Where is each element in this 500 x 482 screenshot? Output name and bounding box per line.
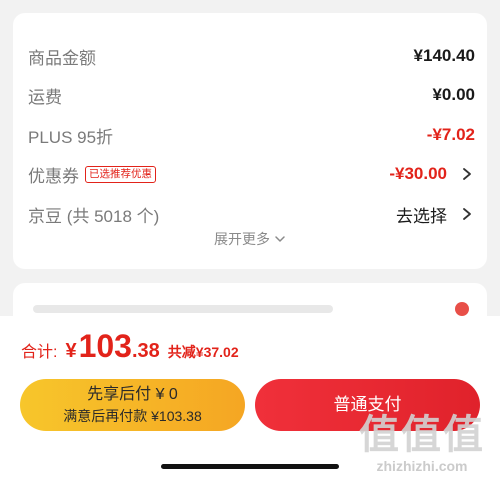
total-saved: 共减¥37.02	[167, 344, 239, 360]
total-amount-integer: 103	[78, 328, 132, 364]
red-dot-icon	[455, 302, 469, 316]
chevron-right-icon[interactable]	[459, 166, 475, 182]
currency-symbol: ¥	[65, 340, 77, 362]
coupon-value: -¥30.00	[389, 164, 447, 183]
order-summary-screen: 商品金额 ¥140.40 运费 ¥0.00 PLUS 95折 -¥7.02 优惠…	[0, 0, 500, 482]
coupon-label: 优惠券	[28, 166, 79, 186]
goods-amount-value: ¥140.40	[413, 46, 475, 65]
watermark-text: zhizhizhi.com	[376, 458, 468, 474]
home-indicator[interactable]	[161, 464, 339, 469]
recommended-coupon-badge: 已选推荐优惠	[85, 165, 156, 183]
summary-row-jd-beans[interactable]: 京豆 (共 5018 个) 去选择	[28, 199, 475, 229]
chevron-right-icon[interactable]	[459, 206, 475, 222]
summary-row-coupon[interactable]: 优惠券 已选推荐优惠 -¥30.00	[28, 159, 475, 189]
obscured-text-placeholder	[33, 305, 333, 313]
expand-more-label: 展开更多	[214, 231, 270, 247]
pay-later-button[interactable]: 先享后付 ¥ 0 满意后再付款 ¥103.38	[20, 379, 245, 431]
checkout-bar: 合计: ¥ 103 .38 共减¥37.02 先享后付 ¥ 0 满意后再付款 ¥…	[0, 316, 500, 482]
summary-row-plus-discount: PLUS 95折 -¥7.02	[28, 120, 475, 150]
summary-row-goods-amount: 商品金额 ¥140.40	[28, 41, 475, 71]
watermark-logo: 值值值	[359, 413, 485, 457]
chevron-down-icon	[275, 236, 285, 242]
expand-more-button[interactable]: 展开更多	[13, 229, 487, 249]
price-summary-card: 商品金额 ¥140.40 运费 ¥0.00 PLUS 95折 -¥7.02 优惠…	[13, 13, 487, 269]
plus-discount-value: -¥7.02	[426, 125, 475, 144]
pay-later-label: 先享后付 ¥ 0	[87, 386, 178, 403]
site-watermark: 值值值 zhizhizhi.com	[352, 412, 492, 482]
shipping-label: 运费	[28, 87, 62, 107]
total-label: 合计:	[21, 344, 58, 361]
total-amount-decimal: .38	[131, 340, 160, 362]
pay-later-sublabel: 满意后再付款 ¥103.38	[63, 408, 202, 424]
jd-beans-label: 京豆 (共 5018 个)	[28, 206, 160, 226]
plus-discount-label: PLUS 95折	[28, 127, 114, 147]
goods-amount-label: 商品金额	[28, 48, 96, 68]
summary-row-shipping: 运费 ¥0.00	[28, 80, 475, 110]
jd-beans-select[interactable]: 去选择	[396, 202, 447, 227]
order-total: 合计: ¥ 103 .38 共减¥37.02	[21, 328, 239, 365]
shipping-value: ¥0.00	[432, 85, 475, 104]
